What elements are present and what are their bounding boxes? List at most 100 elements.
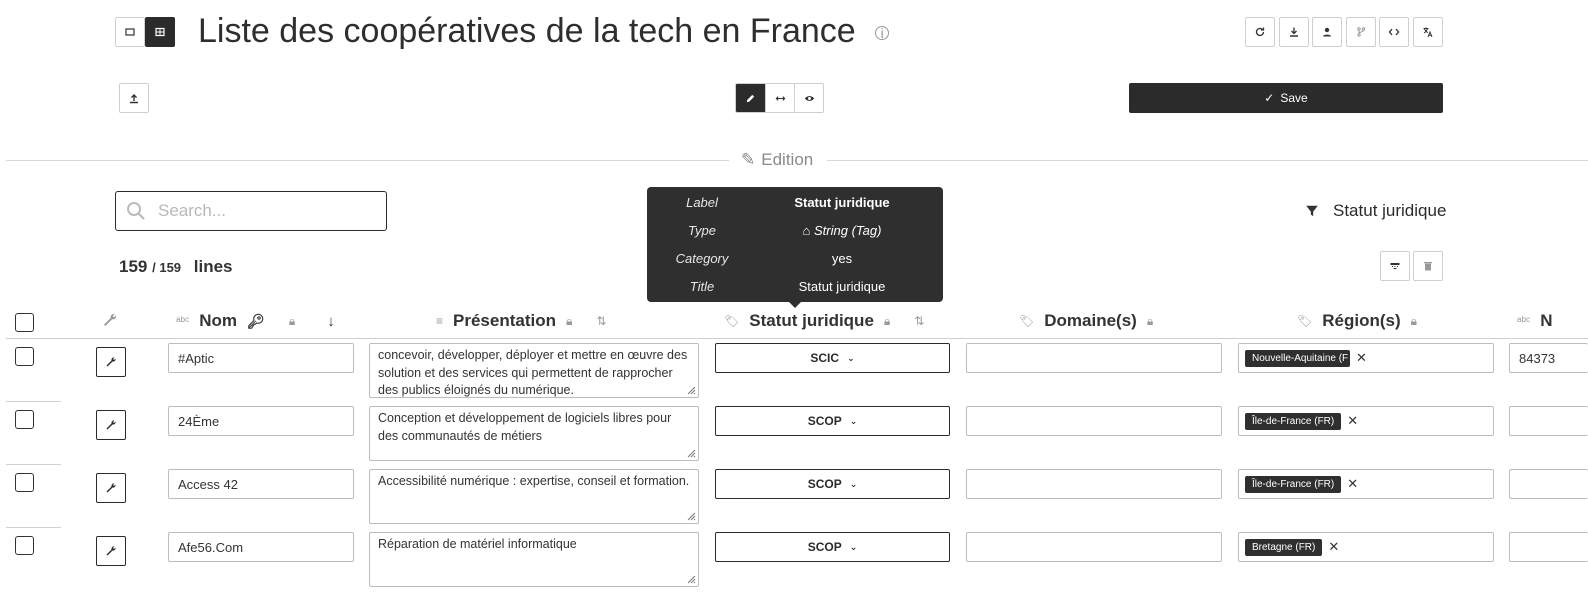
translate-button[interactable] — [1413, 17, 1443, 47]
tooltip-row: Type ⌂ String (Tag) — [688, 223, 882, 238]
row-edit-button[interactable] — [96, 347, 126, 377]
tag-icon: 🏷︎ — [1297, 314, 1313, 328]
remove-tag-icon[interactable]: ✕ — [1347, 413, 1358, 429]
regions-field[interactable]: Bretagne (FR) ✕ — [1238, 532, 1494, 562]
region-tag: Nouvelle-Aquitaine (F — [1245, 349, 1350, 367]
regions-field[interactable]: Île-de-France (FR) ✕ — [1238, 406, 1494, 436]
presentation-field[interactable]: Accessibilité numérique : expertise, con… — [369, 469, 699, 524]
column-header-nom[interactable]: ᵃᵇᶜ Nom 🔑︎ 🔒︎ ↓ — [176, 311, 335, 331]
search-input[interactable] — [156, 200, 366, 222]
info-icon[interactable]: i — [875, 26, 890, 41]
search-icon — [127, 202, 145, 220]
row-checkbox[interactable] — [15, 347, 34, 366]
chevron-down-icon: ⌄ — [849, 478, 858, 489]
branch-icon — [1357, 27, 1366, 37]
domaines-field[interactable] — [966, 532, 1222, 562]
abc-icon: ᵃᵇᶜ — [176, 314, 190, 328]
lock-icon[interactable]: 🔒︎ — [884, 314, 890, 329]
trash-icon — [1424, 262, 1432, 271]
abc-icon: ᵃᵇᶜ — [1517, 314, 1531, 328]
region-tag: Île-de-France (FR) — [1245, 412, 1342, 430]
columns-button[interactable] — [1380, 251, 1410, 281]
next-field[interactable] — [1509, 532, 1588, 562]
statut-select[interactable]: SCOP ⌄ — [715, 406, 950, 436]
domaines-field[interactable] — [966, 343, 1222, 373]
save-button[interactable]: ✓ Save — [1129, 83, 1443, 113]
table-view-icon — [155, 27, 165, 37]
presentation-field[interactable]: Conception et développement de logiciels… — [369, 406, 699, 461]
column-tooltip: Label Statut juridique Type ⌂ String (Ta… — [647, 187, 943, 308]
statut-select[interactable]: SCIC ⌄ — [715, 343, 950, 373]
row-divider — [6, 401, 61, 402]
compare-mode-button[interactable] — [765, 84, 794, 112]
lock-icon[interactable]: 🔒︎ — [1147, 314, 1153, 329]
user-button[interactable] — [1312, 17, 1342, 47]
statut-select[interactable]: SCOP ⌄ — [715, 469, 950, 499]
column-header-regions[interactable]: 🏷︎ Région(s) 🔒︎ — [1297, 311, 1417, 331]
tag-icon: 🏷︎ — [1019, 314, 1035, 328]
regions-field[interactable]: Île-de-France (FR) ✕ — [1238, 469, 1494, 499]
nom-field[interactable]: Afe56.Com — [168, 532, 354, 562]
upload-button[interactable] — [119, 83, 149, 113]
domaines-field[interactable] — [966, 469, 1222, 499]
code-icon — [1388, 28, 1400, 36]
search-box — [115, 191, 387, 231]
active-filter[interactable]: Statut juridique — [1305, 201, 1446, 221]
eye-icon — [804, 95, 814, 101]
row-edit-button[interactable] — [96, 536, 126, 566]
lock-icon[interactable]: 🔒︎ — [1411, 314, 1417, 329]
presentation-field[interactable]: Réparation de matériel informatique — [369, 532, 699, 587]
nom-field[interactable]: Access 42 — [168, 469, 354, 499]
domaines-field[interactable] — [966, 406, 1222, 436]
preview-mode-button[interactable] — [794, 84, 823, 112]
mode-switch — [735, 83, 824, 113]
presentation-field[interactable]: concevoir, développer, déployer et mettr… — [369, 343, 699, 398]
lock-icon[interactable]: 🔒︎ — [289, 314, 295, 329]
lock-icon[interactable]: 🔒︎ — [566, 314, 572, 329]
download-button[interactable] — [1279, 17, 1309, 47]
statut-select[interactable]: SCOP ⌄ — [715, 532, 950, 562]
remove-tag-icon[interactable]: ✕ — [1347, 476, 1358, 492]
resize-grip-icon[interactable] — [686, 385, 696, 395]
sort-icon[interactable]: ⇅ — [914, 314, 924, 328]
section-label: ✎ Edition — [741, 150, 814, 169]
row-checkbox[interactable] — [15, 473, 34, 492]
column-header-presentation[interactable]: ≡ Présentation 🔒︎ ⇅ — [436, 311, 606, 331]
wrench-icon — [106, 420, 116, 430]
table-view-button[interactable] — [145, 17, 175, 47]
column-header-domaines[interactable]: 🏷︎ Domaine(s) 🔒︎ — [1019, 311, 1153, 331]
edit-mode-button[interactable] — [736, 84, 765, 112]
resize-grip-icon[interactable] — [686, 511, 696, 521]
resize-grip-icon[interactable] — [686, 574, 696, 584]
wrench-icon — [106, 546, 116, 556]
remove-tag-icon[interactable]: ✕ — [1356, 350, 1367, 366]
sort-icon[interactable]: ⇅ — [596, 314, 606, 328]
sort-down-icon[interactable]: ↓ — [327, 313, 335, 330]
column-header-next[interactable]: ᵃᵇᶜ N — [1517, 311, 1553, 331]
regions-field[interactable]: Nouvelle-Aquitaine (F ✕ — [1238, 343, 1494, 373]
next-field[interactable]: 84373 — [1509, 343, 1588, 373]
wrench-icon — [106, 483, 116, 493]
user-icon — [1323, 27, 1331, 37]
select-all-checkbox[interactable] — [15, 313, 34, 332]
nom-field[interactable]: #Aptic — [168, 343, 354, 373]
download-icon — [1290, 27, 1298, 37]
check-icon: ✓ — [1264, 91, 1275, 105]
next-field[interactable] — [1509, 469, 1588, 499]
branch-button[interactable] — [1346, 17, 1376, 47]
tag-icon: ⌂ — [802, 223, 811, 238]
row-edit-button[interactable] — [96, 473, 126, 503]
next-field[interactable] — [1509, 406, 1588, 436]
resize-grip-icon[interactable] — [686, 448, 696, 458]
row-edit-button[interactable] — [96, 410, 126, 440]
row-checkbox[interactable] — [15, 536, 34, 555]
column-header-statut[interactable]: 🏷︎ Statut juridique 🔒︎ ⇅ — [724, 311, 924, 331]
delete-button[interactable] — [1413, 251, 1443, 281]
row-checkbox[interactable] — [15, 410, 34, 429]
nom-field[interactable]: 24Ème — [168, 406, 354, 436]
remove-tag-icon[interactable]: ✕ — [1328, 539, 1339, 555]
wrench-icon — [102, 312, 118, 333]
refresh-button[interactable] — [1245, 17, 1275, 47]
square-view-button[interactable] — [115, 17, 145, 47]
code-button[interactable] — [1379, 17, 1409, 47]
